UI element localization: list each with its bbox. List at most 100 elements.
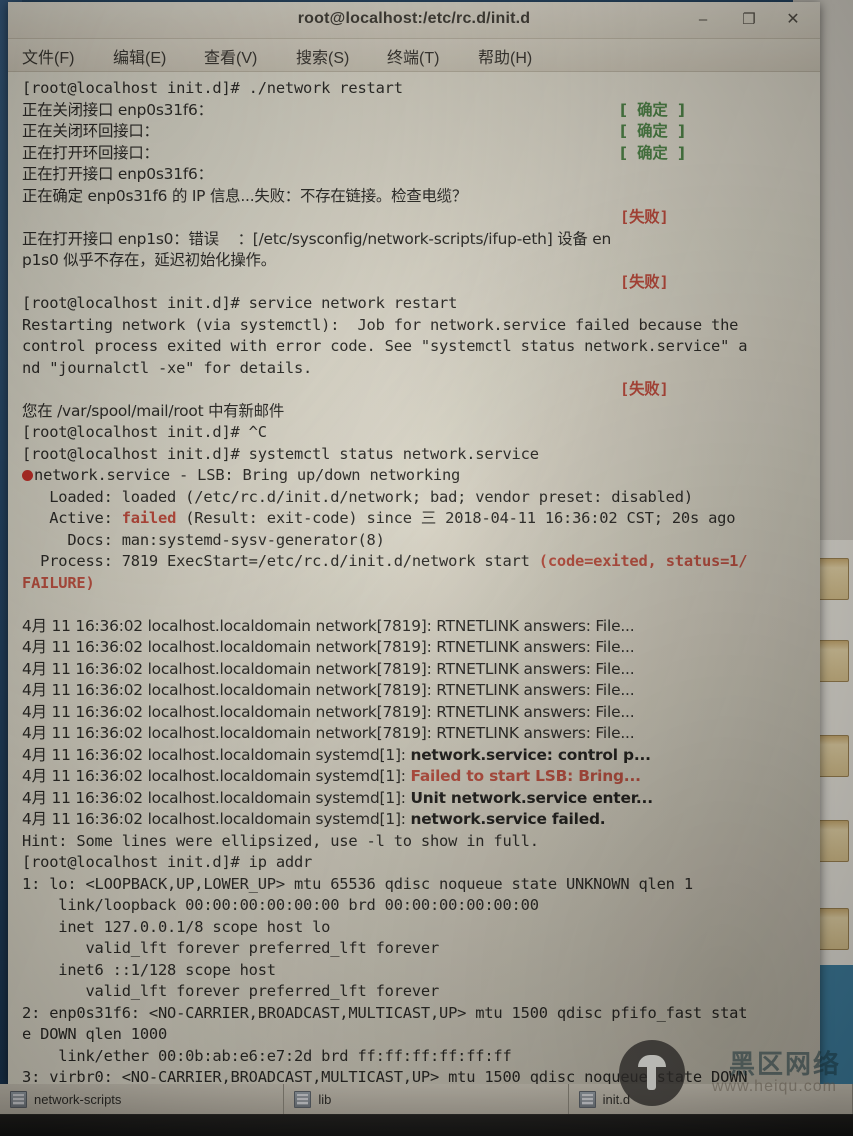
terminal-line: Loaded: loaded (/etc/rc.d/init.d/network… [8, 487, 820, 509]
terminal-line-text: 2: enp0s31f6: <NO-CARRIER,BROADCAST,MULT… [22, 1003, 748, 1022]
taskbar-item-0[interactable]: network-scripts [0, 1084, 285, 1114]
maximize-icon[interactable]: ❐ [740, 11, 758, 29]
terminal-line: 4月 11 16:36:02 localhost.localdomain net… [8, 659, 820, 681]
terminal-line-text: Hint: Some lines were ellipsized, use -l… [22, 831, 539, 850]
terminal-line: 3: virbr0: <NO-CARRIER,BROADCAST,MULTICA… [8, 1067, 820, 1084]
close-icon[interactable]: ✕ [784, 11, 802, 29]
terminal-line: FAILURE) [8, 573, 820, 595]
taskbar-item-label: lib [318, 1091, 332, 1107]
menu-bar: 文件(F) 编辑(E) 查看(V) 搜索(S) 终端(T) 帮助(H) [8, 39, 820, 72]
taskbar-item-label: network-scripts [34, 1091, 122, 1107]
terminal-line: inet6 ::1/128 scope host [8, 960, 820, 982]
terminal-line-text: valid_lft forever preferred_lft forever [22, 982, 440, 1000]
terminal-line-text: inet 127.0.0.1/8 scope host lo [22, 917, 331, 936]
terminal-line-text: 正在打开接口 enp1s0：错误 ：[/etc/sysconfig/networ… [22, 229, 612, 248]
taskbar: network-scripts lib init.d [0, 1084, 853, 1136]
terminal-line: control process exited with error code. … [8, 336, 820, 358]
terminal-line: Restarting network (via systemctl): Job … [8, 315, 820, 337]
status-failed-word: failed [121, 509, 177, 527]
terminal-line-text: 4月 11 16:36:02 localhost.localdomain sys… [22, 767, 411, 785]
terminal-line: Active: failed (Result: exit-code) since… [8, 508, 820, 530]
terminal-line-text: 正在关闭接口 enp0s31f6： [22, 100, 213, 119]
terminal-line: 您在 /var/spool/mail/root 中有新邮件 [8, 401, 820, 423]
terminal-line: 2: enp0s31f6: <NO-CARRIER,BROADCAST,MULT… [8, 1003, 820, 1025]
terminal-line-text: 正在关闭环回接口： [22, 122, 159, 140]
terminal-line: 正在打开接口 enp0s31f6： [8, 164, 820, 186]
minimize-icon[interactable]: – [694, 11, 712, 29]
terminal-line-text: 4月 11 16:36:02 localhost.localdomain sys… [22, 810, 411, 828]
terminal-line-text: link/ether 00:0b:ab:e6:e7:2d brd ff:ff:f… [22, 1046, 512, 1065]
terminal-line: valid_lft forever preferred_lft forever [8, 981, 820, 1003]
terminal-line: inet 127.0.0.1/8 scope host lo [8, 917, 820, 939]
terminal-line-text: link/loopback 00:00:00:00:00:00 brd 00:0… [22, 896, 539, 914]
taskbar-item-2[interactable]: init.d [569, 1084, 853, 1114]
menu-item-0[interactable]: 文件(F) [22, 44, 74, 68]
terminal-line-text: inet6 ::1/128 scope host [22, 960, 276, 979]
terminal-line-text: [root@localhost init.d]# service network… [22, 294, 458, 312]
terminal-line: [失败] [8, 379, 820, 401]
terminal-line: 4月 11 16:36:02 localhost.localdomain net… [8, 637, 820, 659]
terminal-window: root@localhost:/etc/rc.d/init.d – ❐ ✕ 文件… [8, 2, 820, 1084]
terminal-line-text: 正在确定 enp0s31f6 的 IP 信息...失败：不存在链接。检查电缆？ [22, 186, 468, 205]
menu-item-3[interactable]: 搜索(S) [296, 44, 349, 68]
terminal-line-text: Loaded: loaded (/etc/rc.d/init.d/network… [22, 487, 693, 506]
terminal-line-tail: (Result: exit-code) since 三 2018-04-11 1… [176, 509, 736, 527]
journal-message: Unit network.service enter... [410, 788, 653, 807]
menu-item-2[interactable]: 查看(V) [204, 44, 257, 68]
terminal-line: [root@localhost init.d]# service network… [8, 293, 820, 315]
status-ok-badge: [ 确定 ] [620, 143, 685, 162]
terminal-line-text: 4月 11 16:36:02 localhost.localdomain net… [22, 681, 635, 699]
terminal-line-text: Active: [22, 509, 122, 527]
terminal-line-text: 4月 11 16:36:02 localhost.localdomain sys… [22, 788, 411, 807]
terminal-line: link/ether 00:0b:ab:e6:e7:2d brd ff:ff:f… [8, 1046, 820, 1068]
terminal-line-text: [root@localhost init.d]# ip addr [22, 853, 313, 871]
terminal-line-text: network.service - LSB: Bring up/down net… [34, 466, 461, 484]
terminal-line: 正在打开环回接口： [ 确定 ] [8, 143, 820, 165]
terminal-output-area[interactable]: [root@localhost init.d]# ./network resta… [8, 72, 820, 1084]
terminal-line-text: control process exited with error code. … [22, 337, 748, 355]
status-failed-text: (code=exited, status=1/ [538, 552, 748, 570]
status-failed-text: FAILURE) [22, 573, 95, 592]
terminal-titlebar[interactable]: root@localhost:/etc/rc.d/init.d – ❐ ✕ [8, 2, 820, 39]
terminal-line-text: 3: virbr0: <NO-CARRIER,BROADCAST,MULTICA… [22, 1068, 748, 1084]
status-failed-badge: [失败] [620, 272, 669, 291]
terminal-line-text: Docs: man:systemd-sysv-generator(8) [22, 530, 385, 549]
terminal-line: 4月 11 16:36:02 localhost.localdomain sys… [8, 788, 820, 810]
terminal-line: [失败] [8, 272, 820, 294]
terminal-line: network.service - LSB: Bring up/down net… [8, 465, 820, 487]
terminal-line-text: 1: lo: <LOOPBACK,UP,LOWER_UP> mtu 65536 … [22, 874, 693, 893]
taskbar-item-label: init.d [602, 1091, 631, 1107]
terminal-line: 4月 11 16:36:02 localhost.localdomain net… [8, 680, 820, 702]
terminal-line-text: 4月 11 16:36:02 localhost.localdomain net… [22, 638, 635, 656]
terminal-line: 4月 11 16:36:02 localhost.localdomain net… [8, 723, 820, 745]
journal-message: network.service: control p... [410, 745, 651, 764]
status-failed-badge: [失败] [620, 208, 669, 226]
terminal-line-text: valid_lft forever preferred_lft forever [22, 939, 440, 957]
terminal-line: 正在确定 enp0s31f6 的 IP 信息...失败：不存在链接。检查电缆？ [8, 186, 820, 208]
journal-message: network.service failed. [410, 810, 606, 828]
terminal-line-text: 4月 11 16:36:02 localhost.localdomain net… [22, 724, 635, 742]
terminal-line: link/loopback 00:00:00:00:00:00 brd 00:0… [8, 895, 820, 917]
terminal-line: p1s0 似乎不存在，延迟初始化操作。 [8, 250, 820, 272]
menu-item-4[interactable]: 终端(T) [387, 44, 439, 68]
terminal-line-text: [root@localhost init.d]# ^C [22, 423, 267, 441]
terminal-line-text: e DOWN qlen 1000 [22, 1025, 168, 1043]
terminal-line: e DOWN qlen 1000 [8, 1024, 820, 1046]
terminal-line: 4月 11 16:36:02 localhost.localdomain sys… [8, 809, 820, 831]
terminal-line-text: 4月 11 16:36:02 localhost.localdomain sys… [22, 745, 411, 764]
menu-item-5[interactable]: 帮助(H) [478, 44, 532, 68]
terminal-line: Process: 7819 ExecStart=/etc/rc.d/init.d… [8, 551, 820, 573]
terminal-line: [root@localhost init.d]# systemctl statu… [8, 444, 820, 466]
menu-item-1[interactable]: 编辑(E) [113, 44, 166, 68]
taskbar-item-1[interactable]: lib [284, 1084, 569, 1114]
terminal-line: 1: lo: <LOOPBACK,UP,LOWER_UP> mtu 65536 … [8, 874, 820, 896]
terminal-line: valid_lft forever preferred_lft forever [8, 938, 820, 960]
folder-window-icon [578, 1090, 596, 1108]
terminal-line: 4月 11 16:36:02 localhost.localdomain net… [8, 702, 820, 724]
taskbar-buttons: network-scripts lib init.d [0, 1084, 853, 1114]
folder-window-icon [10, 1090, 27, 1108]
terminal-line-text: 正在打开环回接口： [22, 143, 159, 162]
status-ok-badge: [ 确定 ] [620, 122, 685, 140]
terminal-line-text: 正在打开接口 enp0s31f6： [22, 165, 213, 183]
